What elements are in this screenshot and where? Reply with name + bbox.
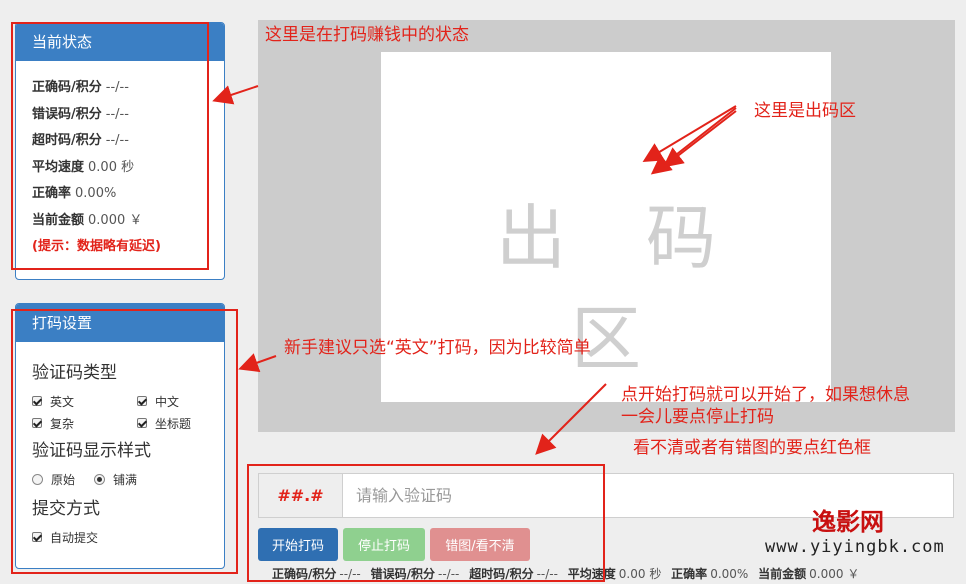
arrow-to-settings: [238, 353, 277, 373]
watermark-url: www.yiyingbk.com: [765, 537, 945, 557]
arrow-to-controls: [535, 383, 607, 455]
arrow-to-code-area-2: [650, 107, 737, 175]
watermark-logo: 逸影网: [812, 507, 884, 536]
arrow-to-status: [212, 85, 259, 105]
annotation-arrows: [212, 85, 737, 455]
arrow-to-code-area-3: [662, 110, 737, 168]
arrow-to-code-area-1: [642, 105, 737, 163]
